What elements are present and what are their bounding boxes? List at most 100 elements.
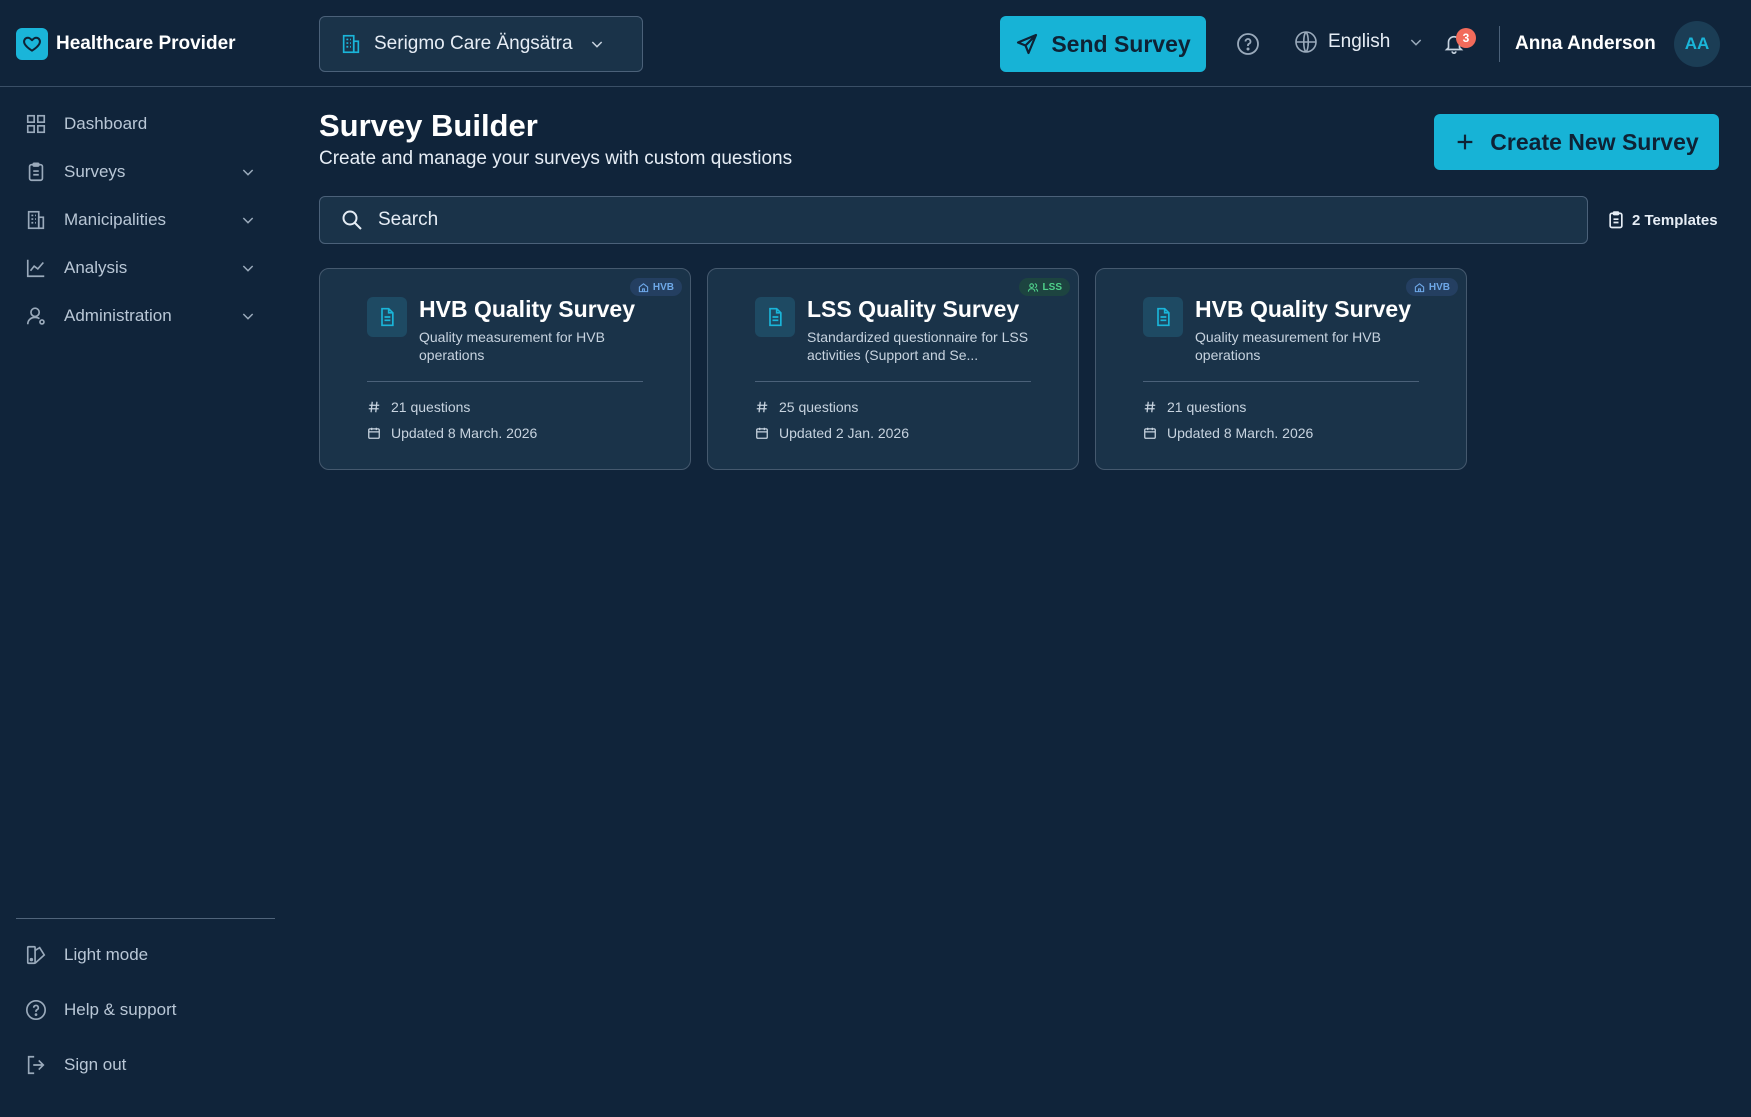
survey-title: LSS Quality Survey (807, 296, 1020, 322)
updated-label: Updated 2 Jan. 2026 (779, 425, 909, 441)
survey-title: HVB Quality Survey (419, 296, 636, 322)
help-button[interactable] (1236, 32, 1260, 56)
sidebar-item-light-mode[interactable]: Light mode (16, 935, 266, 975)
calendar-icon (368, 427, 380, 439)
survey-card[interactable]: HVB HVB Quality Survey Quality measureme… (1095, 268, 1467, 470)
page-title: Survey Builder (319, 108, 538, 143)
survey-title: HVB Quality Survey (1195, 296, 1412, 322)
calendar-icon (1144, 427, 1156, 439)
building-icon (27, 210, 45, 230)
question-count: 21 questions (1143, 399, 1246, 415)
survey-description: Quality measurement for HVB operations (1195, 329, 1381, 363)
hash-icon (368, 401, 380, 413)
calendar-icon (756, 427, 768, 439)
badge-label: HVB (1428, 281, 1450, 293)
plus-icon (1457, 134, 1473, 150)
survey-card[interactable]: HVB HVB Quality Survey Quality measureme… (319, 268, 691, 470)
card-divider (1143, 381, 1419, 382)
home-icon (638, 282, 649, 292)
notification-badge: 3 (1456, 28, 1476, 48)
card-divider (755, 381, 1031, 382)
hash-icon (756, 401, 768, 413)
users-icon (1027, 282, 1038, 292)
chart-line-icon (26, 259, 45, 278)
sidebar-item-municipalities[interactable]: Manicipalities (16, 200, 266, 240)
organization-label: Serigmo Care Ängsätra (374, 33, 573, 54)
sidebar-item-dashboard[interactable]: Dashboard (16, 104, 266, 144)
organization-select[interactable]: Serigmo Care Ängsätra (319, 16, 643, 72)
document-icon (769, 307, 782, 327)
sidebar-item-label: Dashboard (64, 114, 148, 133)
chevron-down-icon (242, 217, 254, 224)
question-count-label: 21 questions (391, 399, 471, 415)
templates-link[interactable]: 2 Templates (1606, 209, 1718, 231)
header-divider (1499, 26, 1500, 62)
avatar[interactable]: AA (1674, 21, 1720, 67)
category-badge: HVB (1405, 278, 1458, 296)
language-select[interactable]: English (1294, 30, 1424, 54)
sidebar-item-administration[interactable]: Administration (16, 296, 266, 336)
document-icon (1157, 307, 1170, 327)
templates-label: 2 Templates (1632, 211, 1718, 229)
card-divider (367, 381, 643, 382)
updated-label: Updated 8 March. 2026 (1167, 425, 1314, 441)
search-input[interactable] (378, 209, 1538, 231)
grid-icon (26, 114, 46, 134)
sidebar-divider (16, 918, 275, 919)
document-icon (381, 307, 394, 327)
theme-icon (26, 945, 46, 965)
question-count: 25 questions (755, 399, 858, 415)
sidebar-item-help-support[interactable]: Help & support (16, 990, 266, 1030)
question-count: 21 questions (367, 399, 470, 415)
language-label: English (1328, 31, 1391, 52)
help-icon (26, 1000, 46, 1020)
document-icon-box (755, 297, 795, 337)
user-icon (26, 307, 45, 325)
globe-icon (1295, 31, 1317, 53)
category-badge: LSS (1018, 278, 1070, 296)
sidebar-item-label: Help & support (64, 1000, 177, 1019)
updated-date: Updated 8 March. 2026 (1143, 425, 1313, 441)
heart-icon (23, 36, 41, 52)
chevron-down-icon (242, 313, 254, 320)
sidebar-item-analysis[interactable]: Analysis (16, 248, 266, 288)
category-badge: HVB (629, 278, 682, 296)
sidebar-item-label: Surveys (64, 162, 126, 181)
clipboard-icon (28, 162, 44, 182)
brand-name: Healthcare Provider (56, 33, 236, 54)
chevron-down-icon (242, 169, 254, 176)
hash-icon (1144, 401, 1156, 413)
search-icon (342, 210, 362, 230)
updated-label: Updated 8 March. 2026 (391, 425, 538, 441)
survey-card[interactable]: LSS LSS Quality Survey Standardized ques… (707, 268, 1079, 470)
top-header: Healthcare Provider Serigmo Care Ängsätr… (0, 0, 1751, 87)
help-icon (1237, 33, 1259, 55)
sidebar-item-label: Light mode (64, 945, 149, 964)
sidebar-item-label: Sign out (64, 1055, 127, 1074)
updated-date: Updated 8 March. 2026 (367, 425, 537, 441)
create-new-survey-label: Create New Survey (1490, 128, 1699, 155)
send-icon (1017, 33, 1038, 55)
document-icon-box (1143, 297, 1183, 337)
search-bar[interactable] (319, 196, 1588, 244)
chevron-down-icon (591, 41, 602, 48)
sidebar-item-label: Administration (64, 306, 172, 325)
home-icon (1414, 282, 1425, 292)
user-name[interactable]: Anna Anderson (1515, 33, 1656, 55)
sidebar-item-surveys[interactable]: Surveys (16, 152, 266, 192)
clipboard-icon (1609, 211, 1623, 229)
sidebar-item-label: Analysis (64, 258, 128, 277)
sidebar-item-sign-out[interactable]: Sign out (16, 1045, 266, 1085)
badge-label: LSS (1042, 281, 1062, 293)
sidebar-item-label: Manicipalities (64, 210, 167, 229)
survey-description: Quality measurement for HVB operations (419, 329, 605, 363)
chevron-down-icon (1411, 39, 1422, 46)
create-new-survey-button[interactable]: Create New Survey (1434, 114, 1719, 170)
send-survey-button[interactable]: Send Survey (1000, 16, 1206, 72)
sign-out-icon (27, 1055, 45, 1075)
question-count-label: 25 questions (779, 399, 859, 415)
brand-logo[interactable] (16, 28, 48, 60)
document-icon-box (367, 297, 407, 337)
question-count-label: 21 questions (1167, 399, 1247, 415)
survey-description: Standardized questionnaire for LSS activ… (807, 329, 1029, 363)
